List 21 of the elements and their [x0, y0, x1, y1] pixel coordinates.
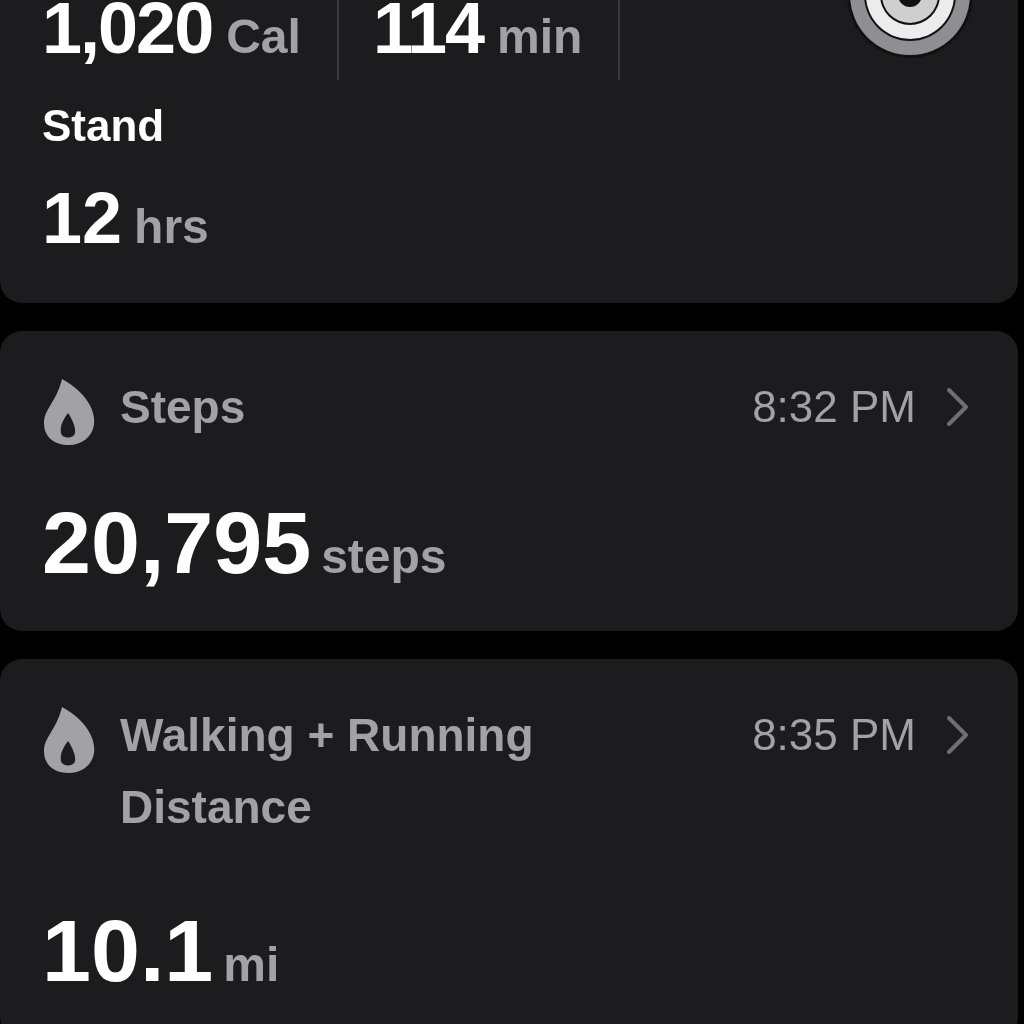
metric-unit: Cal — [226, 13, 301, 61]
metric-unit: min — [497, 13, 583, 61]
metric-value: 114 — [372, 0, 484, 64]
card-unit: steps — [321, 533, 447, 581]
card-time: 8:32 PM — [752, 385, 916, 429]
card-unit: mi — [223, 941, 280, 989]
stand-label: Stand — [42, 101, 165, 150]
stand-value: 12 — [42, 182, 123, 254]
health-card[interactable]: Walking + Running Distance 8:35 PM 10.1 mi — [0, 659, 1018, 1024]
card-time: 8:35 PM — [752, 713, 916, 757]
card-value: 20,795 — [42, 499, 312, 587]
chevron-icon — [946, 715, 970, 755]
card-title: Walking + Running Distance — [120, 708, 535, 835]
card-value: 10.1 — [42, 907, 214, 995]
chevron-icon — [946, 387, 970, 427]
stand-unit: hrs — [134, 203, 209, 251]
flame-icon — [42, 707, 96, 773]
metric-value: 1,020 — [42, 0, 213, 64]
flame-icon — [42, 379, 96, 445]
health-card[interactable]: Steps 8:32 PM 20,795 steps — [0, 331, 1018, 631]
card-title: Steps — [120, 380, 247, 435]
